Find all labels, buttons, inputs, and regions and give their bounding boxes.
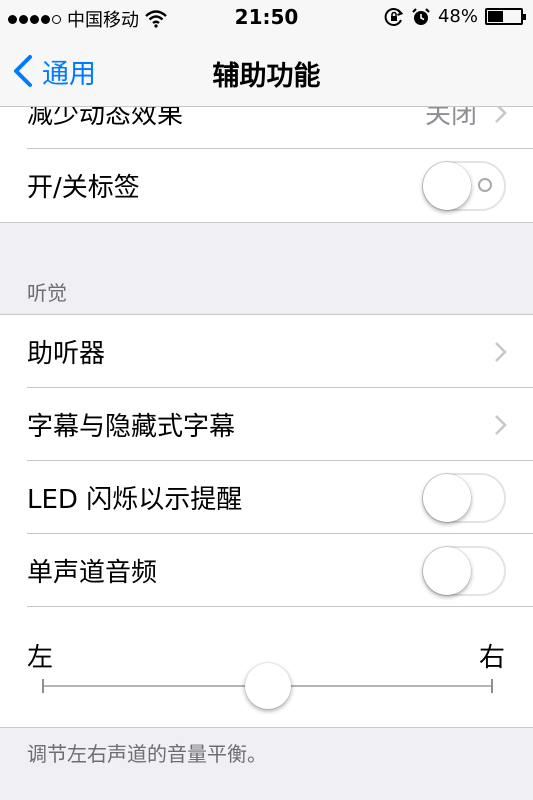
balance-left-label: 左 — [27, 643, 54, 673]
led-flash-row: LED 闪烁以示提醒 — [0, 461, 533, 534]
chevron-right-icon — [495, 341, 507, 362]
page-title: 辅助功能 — [212, 61, 321, 92]
hearing-group: 助听器 字幕与隐藏式字幕 LED 闪烁以示提醒 单声道音频 左 右 — [0, 315, 533, 727]
subtitles-captioning-label: 字幕与隐藏式字幕 — [27, 412, 236, 442]
led-flash-toggle[interactable] — [422, 472, 506, 523]
settings-list[interactable]: 减少动态效果 关闭 开/关标签 听觉 助听器 字幕与隐藏式字幕 LED 闪烁以示… — [0, 0, 533, 800]
toggle-knob — [423, 473, 471, 522]
hearing-aids-label: 助听器 — [27, 339, 106, 369]
mono-audio-row: 单声道音频 — [0, 534, 533, 607]
toggle-knob — [423, 161, 471, 210]
group-bottom-border — [0, 727, 533, 728]
off-label-circle-icon — [478, 177, 492, 192]
balance-slider-area: 左 右 — [0, 607, 533, 727]
balance-slider-thumb[interactable] — [245, 663, 291, 709]
balance-right-label: 右 — [478, 643, 505, 673]
on-off-labels-row: 开/关标签 — [0, 149, 533, 222]
on-off-labels-toggle[interactable] — [422, 160, 506, 211]
chevron-right-icon — [495, 414, 507, 435]
group-bottom-border — [0, 222, 533, 223]
mono-audio-toggle[interactable] — [422, 545, 506, 596]
section-header-hearing: 听觉 — [27, 281, 67, 305]
toggle-knob — [423, 546, 471, 595]
hearing-aids-row[interactable]: 助听器 — [0, 315, 533, 388]
balance-footer-note: 调节左右声道的音量平衡。 — [27, 742, 267, 766]
balance-tick-left — [42, 679, 44, 693]
mono-audio-label: 单声道音频 — [27, 558, 158, 588]
navigation-bar: 通用 辅助功能 — [0, 36, 533, 107]
on-off-labels-label: 开/关标签 — [27, 173, 140, 203]
subtitles-captioning-row[interactable]: 字幕与隐藏式字幕 — [0, 388, 533, 461]
balance-tick-right — [491, 679, 493, 693]
led-flash-label: LED 闪烁以示提醒 — [27, 485, 243, 515]
